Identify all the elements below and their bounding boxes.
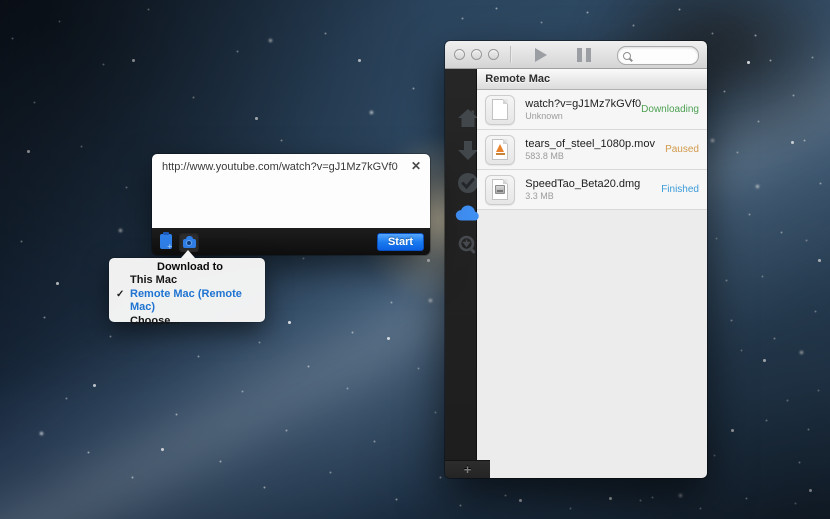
- download-title: SpeedTao_Beta20.dmg: [525, 178, 661, 191]
- pause-icon[interactable]: [577, 48, 591, 62]
- generic-file-icon: [492, 99, 508, 120]
- download-size: Unknown: [525, 111, 641, 122]
- window-close-button[interactable]: [454, 49, 465, 60]
- menu-title: Download to: [109, 261, 265, 274]
- window-minimize-button[interactable]: [471, 49, 482, 60]
- download-destination-button[interactable]: [179, 232, 199, 252]
- download-list-pane: Remote Mac watch?v=gJ1Mz7kGVf0 Unknown D…: [477, 69, 707, 478]
- remote-device-icon: [183, 236, 196, 248]
- search-field[interactable]: [617, 46, 699, 65]
- download-to-menu: Download to This Mac ✓ Remote Mac (Remot…: [109, 258, 265, 322]
- add-download-button[interactable]: +: [464, 463, 472, 477]
- search-download-icon: [458, 235, 478, 255]
- sidebar-item-search[interactable]: [445, 235, 490, 255]
- url-input[interactable]: http://www.youtube.com/watch?v=gJ1Mz7kGV…: [152, 154, 430, 228]
- download-status: Downloading: [641, 104, 699, 115]
- resume-icon[interactable]: [535, 48, 547, 62]
- menu-item-remote-mac[interactable]: ✓ Remote Mac (Remote Mac): [109, 288, 265, 315]
- download-status: Paused: [665, 144, 699, 155]
- check-circle-icon: [457, 172, 479, 194]
- download-manager-window: + Remote Mac watch?v=gJ1Mz7kGVf0 Unknown…: [445, 41, 707, 478]
- checkmark-icon: ✓: [116, 288, 124, 302]
- download-row[interactable]: watch?v=gJ1Mz7kGVf0 Unknown Downloading: [477, 90, 707, 130]
- search-input[interactable]: [631, 48, 698, 63]
- url-text[interactable]: http://www.youtube.com/watch?v=gJ1Mz7kGV…: [162, 161, 404, 174]
- list-header: Remote Mac: [477, 69, 707, 90]
- download-row[interactable]: SpeedTao_Beta20.dmg 3.3 MB Finished: [477, 170, 707, 210]
- sidebar: +: [445, 69, 477, 478]
- desktop: + Remote Mac watch?v=gJ1Mz7kGVf0 Unknown…: [0, 0, 830, 519]
- download-title: tears_of_steel_1080p.mov: [525, 138, 665, 151]
- titlebar-divider: [510, 46, 511, 63]
- download-size: 583.8 MB: [525, 151, 665, 162]
- close-icon[interactable]: ✕: [411, 159, 421, 173]
- add-url-dialog: http://www.youtube.com/watch?v=gJ1Mz7kGV…: [152, 154, 430, 255]
- download-size: 3.3 MB: [525, 191, 661, 202]
- home-icon: [457, 108, 479, 128]
- download-title: watch?v=gJ1Mz7kGVf0: [525, 98, 641, 111]
- titlebar[interactable]: [445, 41, 707, 69]
- download-status: Finished: [661, 184, 699, 195]
- disk-image-file-icon: [492, 179, 508, 200]
- start-button[interactable]: Start: [377, 233, 424, 251]
- paste-clipboard-icon[interactable]: [160, 234, 172, 249]
- menu-item-choose[interactable]: Choose...: [109, 315, 265, 329]
- download-arrow-icon: [457, 141, 479, 161]
- download-row[interactable]: tears_of_steel_1080p.mov 583.8 MB Paused: [477, 130, 707, 170]
- menu-item-this-mac[interactable]: This Mac: [109, 274, 265, 288]
- menu-anchor-arrow: [181, 250, 195, 258]
- add-download-bar[interactable]: +: [445, 460, 490, 478]
- video-file-icon: [492, 139, 508, 160]
- search-icon: [623, 52, 631, 60]
- window-zoom-button[interactable]: [488, 49, 499, 60]
